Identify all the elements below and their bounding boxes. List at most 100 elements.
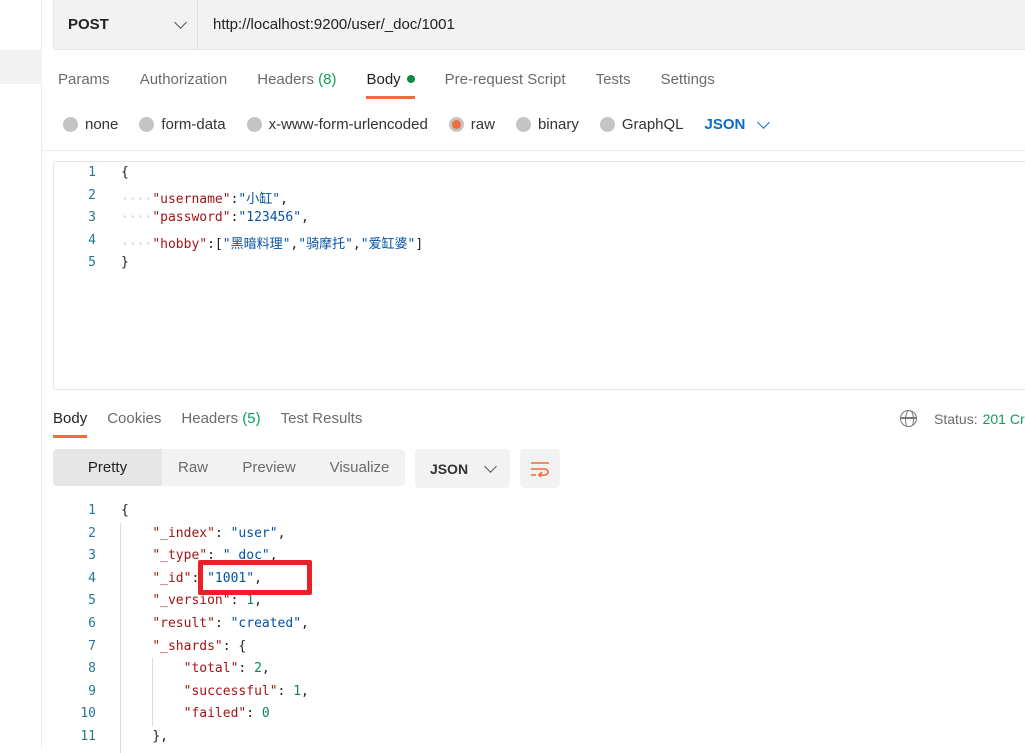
status-value: 201 Cr — [982, 410, 1025, 427]
code-token: "hobby" — [152, 236, 208, 252]
radio-label: GraphQL — [621, 116, 684, 133]
radio-graphql[interactable]: GraphQL — [599, 116, 684, 133]
tab-body[interactable]: Body — [53, 410, 88, 438]
url-input[interactable]: http://localhost:9200/user/_doc/1001 — [198, 16, 455, 33]
code-token: : — [238, 661, 255, 677]
chevron-down-icon — [174, 16, 187, 29]
code-token: "user" — [230, 525, 278, 541]
code-token: ] — [415, 236, 424, 252]
method-select[interactable]: POST — [54, 0, 198, 49]
code-line: ····"hobby":["黑暗料理","骑摩托","爱缸婆"] — [121, 233, 423, 252]
line-number: 4 — [88, 232, 96, 248]
tab-label: Headers — [181, 410, 239, 427]
code-token: 2 — [254, 661, 262, 677]
radio-label: form-data — [161, 116, 226, 133]
code-token: "_version" — [152, 593, 231, 609]
radio-circle-icon — [63, 117, 78, 132]
response-status: Status: 201 Cr — [900, 410, 1025, 427]
code-token: "爱缸婆" — [360, 236, 416, 252]
tab-authorization[interactable]: Authorization — [140, 71, 228, 88]
tab-headers[interactable]: Headers (5) — [181, 410, 260, 427]
code-token: "successful" — [183, 683, 278, 699]
radio-label: raw — [470, 116, 495, 133]
tab-label: Settings — [660, 71, 715, 88]
tab-settings[interactable]: Settings — [661, 71, 715, 88]
tab-cookies[interactable]: Cookies — [107, 410, 161, 427]
tab-label: Test Results — [280, 410, 363, 427]
tab-label: Tests — [595, 71, 631, 88]
code-token: , — [301, 616, 309, 631]
method-label: POST — [68, 16, 109, 33]
code-token: , — [280, 191, 288, 207]
tab-label: Cookies — [107, 410, 162, 427]
line-number: 5 — [88, 593, 96, 609]
view-mode-raw[interactable]: Raw — [162, 449, 224, 486]
tab-body[interactable]: Body — [366, 71, 415, 99]
globe-icon[interactable] — [900, 410, 917, 427]
code-token: , — [254, 593, 262, 609]
code-token: "小缸" — [238, 191, 281, 207]
code-token: : — [214, 525, 231, 541]
tab-label: Pre-request Script — [444, 71, 566, 88]
code-line: "successful": 1, — [121, 684, 309, 699]
code-token: "黑暗料理" — [222, 236, 291, 252]
code-line: "_index": "user", — [121, 526, 285, 541]
tab-headers[interactable]: Headers (8) — [257, 71, 336, 88]
wrap-lines-button[interactable] — [520, 449, 560, 488]
line-number: 1 — [88, 165, 96, 180]
code-token: ···· — [121, 191, 153, 207]
response-format-select[interactable]: JSON — [415, 449, 510, 488]
modified-dot-icon — [406, 75, 415, 83]
tab-count: (5) — [242, 410, 261, 427]
radio-x-www-form-urlencoded[interactable]: x-www-form-urlencoded — [246, 116, 428, 133]
code-token: :[ — [207, 236, 223, 252]
request-tabs: Params Authorization Headers (8) Body Pre-re… — [58, 71, 745, 99]
tab-pre-request-script[interactable]: Pre-request Script — [445, 71, 566, 88]
code-token: 0 — [261, 706, 270, 722]
tab-test-results[interactable]: Test Results — [281, 410, 363, 427]
code-token: "_id" — [152, 570, 192, 586]
status-label: Status: — [934, 410, 978, 427]
radio-circle-icon — [515, 117, 531, 132]
code-token: , — [352, 236, 361, 252]
code-token: "total" — [183, 661, 239, 677]
code-line: "failed": 0 — [121, 706, 270, 721]
radio-binary[interactable]: binary — [515, 116, 579, 133]
radio-circle-icon — [448, 117, 464, 132]
body-format-select[interactable]: JSON — [705, 116, 771, 133]
line-number: 10 — [80, 706, 96, 722]
radio-form-data[interactable]: form-data — [139, 116, 226, 133]
code-line: "_version": 1, — [121, 593, 262, 608]
highlight-annotation — [198, 560, 312, 595]
code-token: , — [277, 525, 286, 541]
line-number: 8 — [88, 661, 96, 677]
radio-circle-icon — [246, 117, 262, 132]
radio-raw[interactable]: raw — [448, 116, 495, 133]
code-token: , — [261, 661, 270, 677]
radio-none[interactable]: none — [63, 116, 118, 133]
sidebar-selected-item[interactable] — [0, 50, 42, 84]
code-token: "created" — [230, 616, 302, 631]
code-token: ···· — [121, 236, 153, 252]
tab-params[interactable]: Params — [58, 71, 110, 88]
view-mode-pretty[interactable]: Pretty — [53, 449, 162, 486]
code-token: "username" — [152, 191, 231, 207]
code-token: : — [277, 683, 294, 699]
code-line: } — [121, 255, 129, 270]
wrap-lines-icon — [531, 461, 549, 477]
view-mode-preview[interactable]: Preview — [224, 449, 314, 486]
view-mode-visualize[interactable]: Visualize — [314, 449, 405, 486]
line-number: 5 — [88, 255, 96, 270]
line-number: 2 — [88, 187, 96, 203]
line-number: 11 — [80, 729, 96, 744]
divider — [42, 150, 1025, 151]
chevron-down-icon — [484, 460, 497, 473]
line-number: 3 — [88, 210, 96, 225]
line-number: 4 — [88, 570, 96, 586]
tab-tests[interactable]: Tests — [596, 71, 631, 88]
radio-circle-icon — [599, 117, 615, 132]
